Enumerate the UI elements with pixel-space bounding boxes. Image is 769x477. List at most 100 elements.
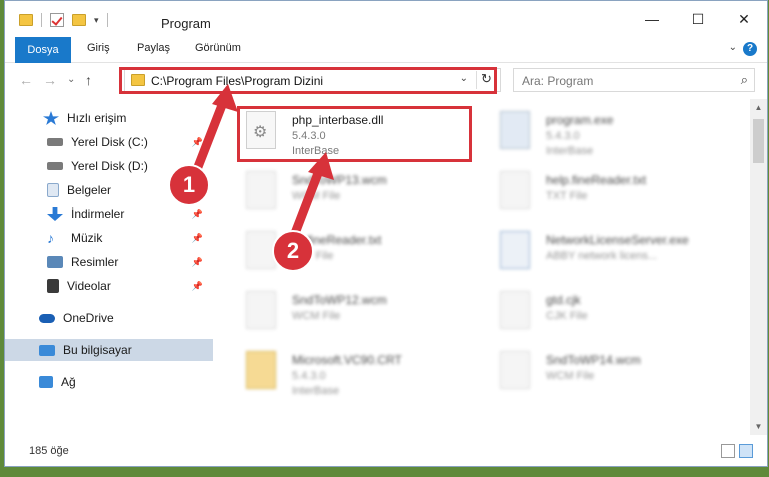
file-type: WCM File xyxy=(292,190,341,202)
title-bar: ▾ Program — ☐ ✕ xyxy=(5,1,767,37)
address-bar-highlight xyxy=(119,67,497,94)
drive-icon xyxy=(47,162,63,170)
file-item[interactable]: LicfineReader.txt TXT File xyxy=(220,223,470,279)
window-controls: — ☐ ✕ xyxy=(629,1,767,37)
quick-access-toolbar: ▾ xyxy=(19,13,108,27)
sidebar-item-label: Müzik xyxy=(71,231,103,245)
file-item[interactable]: gtd.cjk CJK File xyxy=(474,283,724,339)
file-item[interactable]: help.fineReader.txt TXT File xyxy=(474,163,724,219)
exe-file-icon xyxy=(500,111,530,149)
forward-icon[interactable]: → xyxy=(43,72,57,88)
step-badge-1: 1 xyxy=(168,164,210,206)
view-switcher xyxy=(721,444,753,458)
scrollbar-thumb[interactable] xyxy=(753,119,764,163)
file-version: 5.4.3.0 xyxy=(292,370,326,382)
search-icon[interactable]: ⌕ xyxy=(741,72,748,88)
sidebar-item-label: Bu bilgisayar xyxy=(63,343,132,357)
file-item[interactable]: SndToWP12.wcm WCM File xyxy=(220,283,470,339)
file-item[interactable]: SndToWP14.wcm WCM File xyxy=(474,343,724,399)
details-view-icon[interactable] xyxy=(721,444,735,458)
file-highlight xyxy=(237,106,472,162)
file-item[interactable]: SndToWP13.wcm WCM File xyxy=(220,163,470,219)
file-icon xyxy=(246,291,276,329)
star-icon xyxy=(43,111,59,125)
file-name: help.fineReader.txt xyxy=(546,173,647,187)
file-name: program.exe xyxy=(546,113,614,127)
sidebar-item-downloads[interactable]: İndirmeler 📌 xyxy=(5,203,213,225)
ribbon-tabs: Dosya Giriş Paylaş Görünüm ⌄ ? xyxy=(5,37,767,63)
divider xyxy=(41,13,42,27)
sidebar-item-label: Ağ xyxy=(61,375,76,389)
maximize-button[interactable]: ☐ xyxy=(675,1,721,37)
cloud-icon xyxy=(39,313,55,323)
documents-icon xyxy=(47,183,59,197)
tab-home[interactable]: Giriş xyxy=(87,42,110,54)
new-folder-icon[interactable] xyxy=(72,14,86,26)
file-name: SndToWP12.wcm xyxy=(292,293,387,307)
sidebar-item-this-pc[interactable]: Bu bilgisayar xyxy=(5,339,213,361)
up-icon[interactable]: ↑ xyxy=(85,72,92,88)
file-name: SndToWP13.wcm xyxy=(292,173,387,187)
recent-locations-icon[interactable]: ⌄ xyxy=(67,74,75,85)
sidebar-item-videos[interactable]: Videolar 📌 xyxy=(5,275,213,297)
customize-toolbar-icon[interactable]: ▾ xyxy=(94,15,99,26)
network-icon xyxy=(39,376,53,388)
close-button[interactable]: ✕ xyxy=(721,1,767,37)
file-name: gtd.cjk xyxy=(546,293,581,307)
folder-file-icon xyxy=(246,351,276,389)
file-icon xyxy=(500,351,530,389)
file-description: InterBase xyxy=(546,145,594,157)
sidebar-item-label: Yerel Disk (D:) xyxy=(71,159,148,173)
scroll-down-icon[interactable]: ▼ xyxy=(750,418,767,435)
help-icon[interactable]: ? xyxy=(743,42,757,56)
file-version: 5.4.3.0 xyxy=(546,130,580,142)
scroll-up-icon[interactable]: ▲ xyxy=(750,99,767,116)
file-name: Microsoft.VC90.CRT xyxy=(292,353,402,367)
file-item[interactable]: program.exe 5.4.3.0 InterBase xyxy=(474,103,724,159)
music-icon: ♪ xyxy=(47,230,54,246)
vertical-scrollbar[interactable]: ▲ ▼ xyxy=(750,99,767,435)
sidebar-item-music[interactable]: ♪ Müzik 📌 xyxy=(5,227,213,249)
window-title: Program xyxy=(161,16,211,31)
sidebar-item-drive-c[interactable]: Yerel Disk (C:) 📌 xyxy=(5,131,213,153)
file-type: TXT File xyxy=(546,190,588,202)
sidebar-item-pictures[interactable]: Resimler 📌 xyxy=(5,251,213,273)
step-badge-2: 2 xyxy=(272,230,314,272)
file-icon xyxy=(246,171,276,209)
sidebar-item-label: Videolar xyxy=(67,279,111,293)
pin-icon[interactable]: 📌 xyxy=(192,209,203,220)
file-item[interactable]: NetworkLicenseServer.exe ABBY network li… xyxy=(474,223,724,279)
pin-icon[interactable]: 📌 xyxy=(192,281,203,292)
sidebar-item-label: Resimler xyxy=(71,255,119,269)
computer-icon xyxy=(39,344,55,356)
pin-icon[interactable]: 📌 xyxy=(192,233,203,244)
sidebar-item-label: Belgeler xyxy=(67,183,112,197)
pictures-icon xyxy=(47,256,63,268)
properties-icon[interactable] xyxy=(50,13,64,27)
expand-ribbon-icon[interactable]: ⌄ xyxy=(729,42,737,53)
file-type: CJK File xyxy=(546,310,588,322)
tab-share[interactable]: Paylaş xyxy=(137,42,170,54)
search-box[interactable]: Ara: Program ⌕ xyxy=(513,68,755,92)
tiles-view-icon[interactable] xyxy=(739,444,753,458)
sidebar-item-onedrive[interactable]: OneDrive xyxy=(5,307,213,329)
tab-view[interactable]: Görünüm xyxy=(195,42,241,54)
pin-icon[interactable]: 📌 xyxy=(192,257,203,268)
tab-file[interactable]: Dosya xyxy=(15,37,71,63)
sidebar-item-quick-access[interactable]: Hızlı erişim xyxy=(5,107,213,129)
back-icon[interactable]: ← xyxy=(19,72,33,88)
item-count: 185 öğe xyxy=(29,445,69,457)
file-item[interactable]: Microsoft.VC90.CRT 5.4.3.0 InterBase xyxy=(220,343,470,399)
pin-icon[interactable]: 📌 xyxy=(192,137,203,148)
sidebar-item-label: Yerel Disk (C:) xyxy=(71,135,148,149)
file-type: WCM File xyxy=(546,370,595,382)
sidebar-item-label: Hızlı erişim xyxy=(67,111,127,125)
file-icon xyxy=(500,291,530,329)
sidebar-item-network[interactable]: Ağ xyxy=(5,371,213,393)
status-bar: 185 öğe xyxy=(5,435,767,467)
search-input[interactable]: Ara: Program xyxy=(522,74,593,88)
drive-icon xyxy=(47,138,63,146)
file-icon xyxy=(500,171,530,209)
minimize-button[interactable]: — xyxy=(629,1,675,37)
file-type: ABBY network licens... xyxy=(546,250,658,262)
